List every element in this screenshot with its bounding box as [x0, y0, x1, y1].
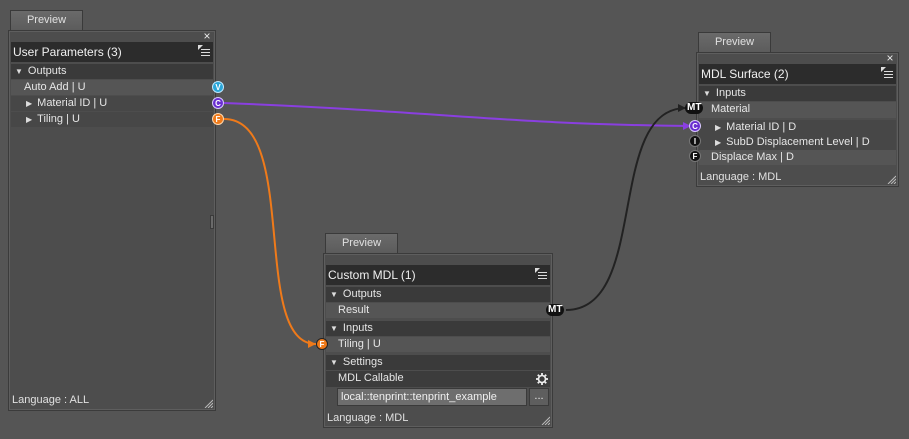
input-item-tiling[interactable]: Tiling | U — [326, 337, 550, 352]
wire-tiling — [223, 118, 317, 345]
input-item-material-id[interactable]: ▶ Material ID | D — [699, 120, 896, 135]
port-float-tiling-input[interactable]: F — [316, 338, 328, 350]
node-title: Custom MDL (1) — [328, 268, 416, 282]
resize-grip-icon[interactable] — [540, 415, 550, 425]
preview-tab[interactable]: Preview — [698, 32, 771, 52]
port-material-input[interactable]: MT — [685, 102, 704, 114]
node-title-bar[interactable]: MDL Surface (2) — [699, 64, 896, 84]
collapse-triangle-icon: ▼ — [330, 290, 338, 299]
input-item-displace-max[interactable]: Displace Max | D — [699, 150, 896, 165]
expand-triangle-icon: ▶ — [26, 115, 33, 124]
menu-icon[interactable] — [535, 268, 547, 280]
node-title: MDL Surface (2) — [701, 67, 789, 81]
port-float-displace-max-input[interactable]: F — [689, 150, 701, 162]
user-parameters-panel: × User Parameters (3) ▼ Outputs Auto Add … — [8, 30, 216, 411]
custom-mdl-panel: Custom MDL (1) ▼ Outputs Result ▼ Inputs T… — [323, 253, 553, 428]
output-item-tiling[interactable]: ▶ Tiling | U — [11, 112, 213, 127]
input-item-subd-displacement[interactable]: ▶ SubD Displacement Level | D — [699, 135, 896, 150]
menu-icon[interactable] — [881, 67, 893, 79]
expand-triangle-icon: ▶ — [715, 138, 722, 147]
port-color-material-id[interactable]: C — [212, 97, 224, 109]
port-int-subd-input[interactable]: I — [689, 135, 701, 147]
resize-grip-icon[interactable] — [203, 398, 213, 408]
outputs-section-header[interactable]: ▼ Outputs — [11, 64, 213, 79]
close-icon[interactable]: × — [202, 30, 212, 42]
output-item-auto-add[interactable]: Auto Add | U — [11, 80, 213, 95]
wire-material-id — [223, 102, 692, 127]
gear-icon[interactable] — [536, 373, 548, 385]
collapse-triangle-icon: ▼ — [15, 67, 23, 76]
collapse-triangle-icon: ▼ — [703, 89, 711, 98]
port-variant-auto-add[interactable]: V — [212, 81, 224, 93]
port-float-tiling[interactable]: F — [212, 113, 224, 125]
node-title: User Parameters (3) — [13, 45, 122, 59]
resize-grip-icon[interactable] — [886, 174, 896, 184]
preview-tab[interactable]: Preview — [10, 10, 83, 30]
outputs-section-header[interactable]: ▼ Outputs — [326, 287, 550, 302]
wire-arrowhead — [308, 340, 316, 348]
settings-section-header[interactable]: ▼ Settings — [326, 355, 550, 370]
mdl-callable-input[interactable]: local::tenprint::tenprint_example — [337, 388, 527, 406]
inputs-section-header[interactable]: ▼ Inputs — [699, 86, 896, 101]
menu-icon[interactable] — [198, 45, 210, 57]
inputs-section-header[interactable]: ▼ Inputs — [326, 321, 550, 336]
node-title-bar[interactable]: Custom MDL (1) — [326, 265, 550, 285]
expand-triangle-icon: ▶ — [26, 99, 33, 108]
output-item-material-id[interactable]: ▶ Material ID | U — [11, 96, 213, 111]
collapse-triangle-icon: ▼ — [330, 324, 338, 333]
browse-button[interactable]: ... — [529, 388, 549, 406]
language-label: Language : MDL — [700, 171, 782, 183]
output-item-result[interactable]: Result — [326, 303, 550, 318]
panel-splitter-handle[interactable] — [210, 215, 214, 229]
collapse-triangle-icon: ▼ — [330, 358, 338, 367]
mdl-surface-panel: × MDL Surface (2) ▼ Inputs Material ▶ Mate… — [696, 52, 899, 187]
language-label: Language : ALL — [12, 394, 90, 406]
port-material-result[interactable]: MT — [546, 304, 565, 316]
language-label: Language : MDL — [327, 412, 409, 424]
input-item-material[interactable]: Material — [699, 102, 896, 118]
close-icon[interactable]: × — [885, 52, 895, 64]
mdl-callable-row: MDL Callable — [326, 371, 550, 387]
preview-tab[interactable]: Preview — [325, 233, 398, 253]
port-color-material-id-input[interactable]: C — [689, 120, 701, 132]
expand-triangle-icon: ▶ — [715, 123, 722, 132]
node-title-bar[interactable]: User Parameters (3) — [11, 42, 213, 62]
wire-material-result — [565, 107, 687, 311]
